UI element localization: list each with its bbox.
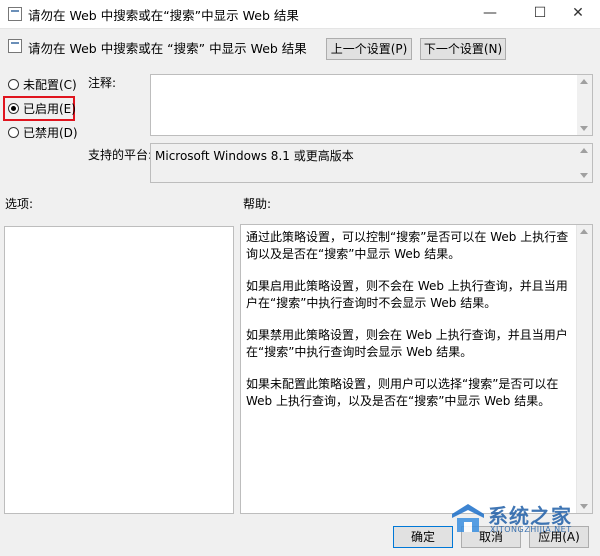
- policy-setting-icon: [8, 39, 22, 53]
- previous-setting-button[interactable]: 上一个设置(P): [326, 38, 412, 60]
- policy-window-icon: [8, 7, 22, 21]
- options-pane: [4, 226, 234, 514]
- comment-label: 注释:: [88, 76, 117, 90]
- help-paragraph: 如果启用此策略设置，则不会在 Web 上执行查询，并且当用户在“搜索”中执行查询…: [246, 279, 568, 310]
- window-title: 请勿在 Web 中搜索或在“搜索”中显示 Web 结果: [28, 8, 299, 23]
- scroll-up-icon[interactable]: [580, 79, 588, 84]
- next-setting-button[interactable]: 下一个设置(N): [420, 38, 506, 60]
- ok-button[interactable]: 确定: [393, 526, 453, 548]
- platform-field: Microsoft Windows 8.1 或更高版本: [150, 143, 593, 183]
- radio-enabled[interactable]: 已启用(E): [8, 100, 76, 116]
- scroll-up-icon[interactable]: [580, 229, 588, 234]
- help-scrollbar[interactable]: [576, 225, 592, 513]
- platform-value: Microsoft Windows 8.1 或更高版本: [155, 149, 354, 163]
- help-paragraph: 如果禁用此策略设置，则会在 Web 上执行查询，并且当用户在“搜索”中执行查询时…: [246, 328, 568, 359]
- radio-label: 未配置(C): [23, 77, 77, 92]
- radio-not-configured[interactable]: 未配置(C): [8, 76, 77, 92]
- watermark-logo: 系统之家 XITONGZHIJIA.NET: [448, 500, 598, 536]
- radio-label: 已启用(E): [23, 101, 76, 116]
- platform-scrollbar[interactable]: [577, 144, 592, 182]
- brand-logo-icon: [452, 504, 484, 532]
- help-pane: 通过此策略设置，可以控制“搜索”是否可以在 Web 上执行查询以及是否在“搜索”…: [240, 224, 593, 514]
- help-paragraph: 通过此策略设置，可以控制“搜索”是否可以在 Web 上执行查询以及是否在“搜索”…: [246, 230, 569, 261]
- radio-circle-icon[interactable]: [8, 78, 19, 90]
- radio-label: 已禁用(D): [23, 125, 78, 140]
- platform-label: 支持的平台:: [88, 148, 153, 162]
- comment-textarea[interactable]: [150, 74, 593, 136]
- watermark-sub: XITONGZHIJIA.NET: [490, 525, 572, 534]
- radio-circle-icon[interactable]: [8, 126, 19, 138]
- radio-selected-icon[interactable]: [8, 102, 19, 114]
- setting-title: 请勿在 Web 中搜索或在 “搜索” 中显示 Web 结果: [28, 41, 307, 56]
- options-label: 选项:: [5, 197, 34, 211]
- comment-scrollbar[interactable]: [577, 75, 592, 135]
- scroll-down-icon[interactable]: [580, 126, 588, 131]
- title-bar: 请勿在 Web 中搜索或在“搜索”中显示 Web 结果 — ☐ ✕: [0, 0, 600, 29]
- minimize-button[interactable]: —: [468, 0, 512, 28]
- radio-disabled[interactable]: 已禁用(D): [8, 124, 78, 140]
- close-button[interactable]: ✕: [556, 0, 600, 28]
- help-paragraph: 如果未配置此策略设置，则用户可以选择“搜索”是否可以在 Web 上执行查询，以及…: [246, 377, 559, 408]
- scroll-down-icon[interactable]: [580, 173, 588, 178]
- scroll-up-icon[interactable]: [580, 148, 588, 153]
- help-label: 帮助:: [243, 197, 272, 211]
